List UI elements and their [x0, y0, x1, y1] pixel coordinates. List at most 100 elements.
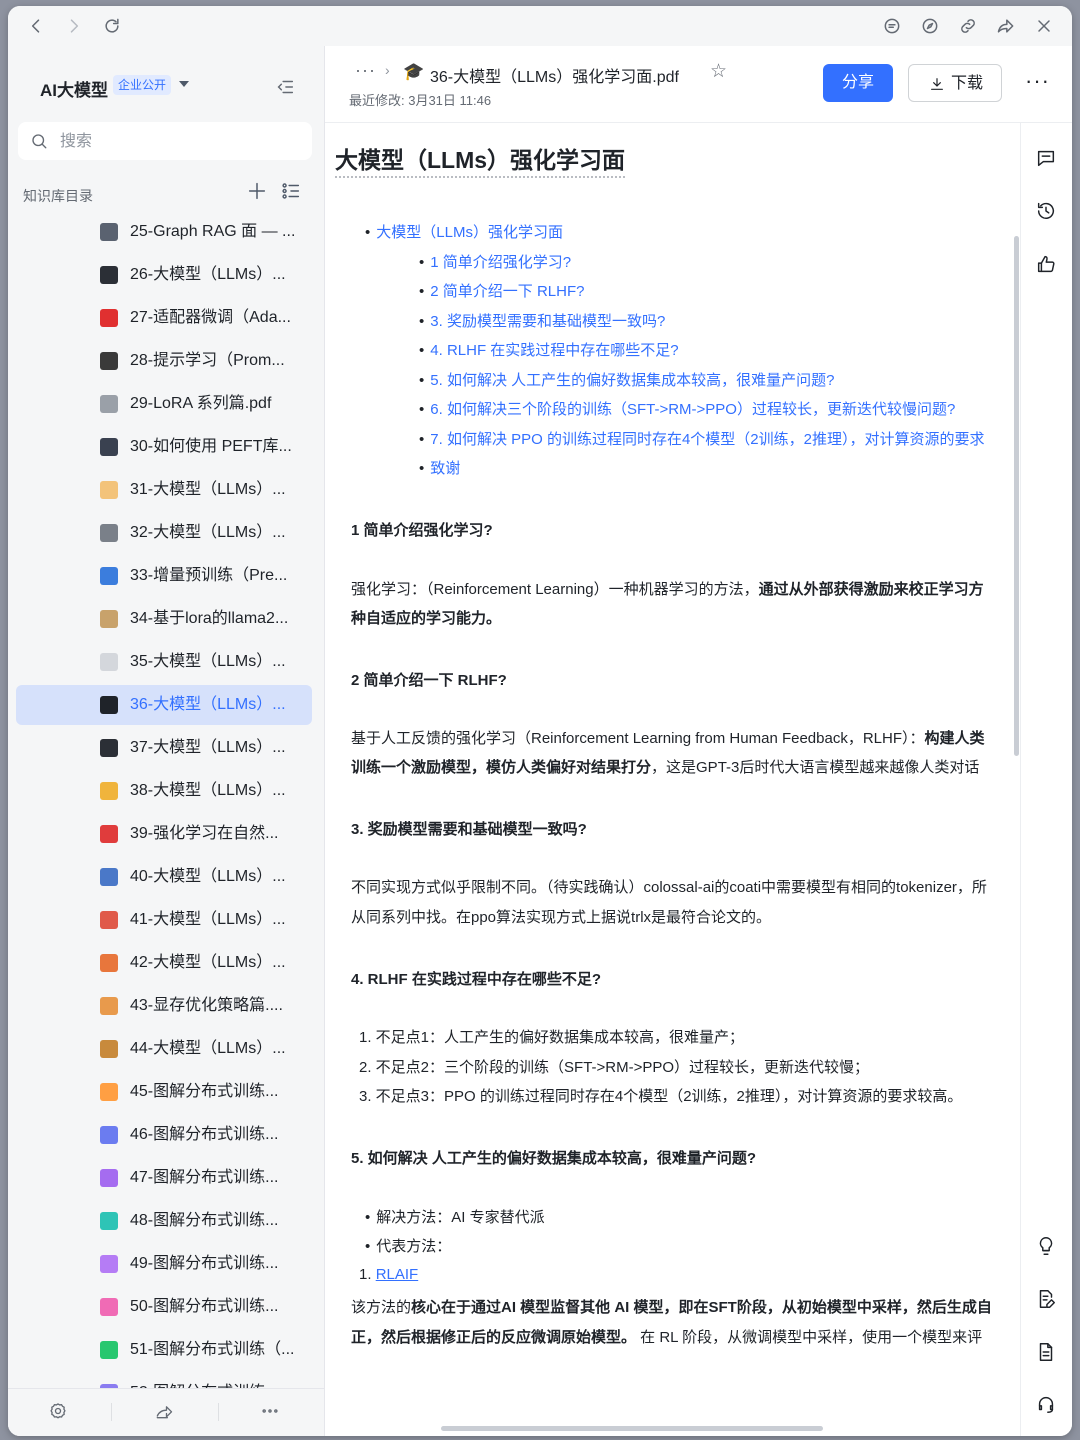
sidebar-item[interactable]: 43-显存优化策略篇....	[16, 986, 312, 1026]
sidebar-item[interactable]: 52-图解分布式训练	[16, 1373, 312, 1388]
sidebar-item[interactable]: 45-图解分布式训练...	[16, 1072, 312, 1112]
sidebar-item[interactable]: 33-增量预训练（Pre...	[16, 556, 312, 596]
doc-pink-icon	[100, 1298, 118, 1316]
toc-item[interactable]: 大模型（LLMs）强化学习面	[365, 221, 563, 242]
toc-item[interactable]: 6. 如何解决三个阶段的训练（SFT->RM->PPO）过程较长，更新迭代较慢问…	[419, 398, 955, 419]
section-heading: 5. 如何解决 人工产生的偏好数据集成本较高，很难量产问题?	[351, 1150, 757, 1167]
laptop-icon	[100, 266, 118, 284]
sidebar-item[interactable]: 46-图解分布式训练...	[16, 1115, 312, 1155]
sidebar-item[interactable]: 30-如何使用 PEFT库...	[16, 427, 312, 467]
knowledge-base-sidebar: AI大模型 企业公开 知识库目录 25-Graph RAG 面 — ... 26-…	[8, 46, 325, 1436]
toc-item[interactable]: 致谢	[419, 457, 460, 478]
thumbs-up-icon[interactable]	[1035, 253, 1059, 277]
sidebar-item[interactable]: 49-图解分布式训练...	[16, 1244, 312, 1284]
text: 强化学习：（Reinforcement Learning）一种机器学习的方法，	[351, 581, 759, 598]
sidebar-item[interactable]: 50-图解分布式训练...	[16, 1287, 312, 1327]
sidebar-item[interactable]: 25-Graph RAG 面 — ...	[16, 212, 312, 252]
top-hat-icon	[100, 739, 118, 757]
more-icon[interactable]	[260, 1401, 282, 1423]
chevron-down-icon[interactable]	[179, 81, 189, 87]
help-headset-icon[interactable]	[1035, 1393, 1059, 1417]
sidebar-item[interactable]: 28-提示学习（Prom...	[16, 341, 312, 381]
sidebar-item[interactable]: 51-图解分布式训练（...	[16, 1330, 312, 1370]
sidebar-item[interactable]: 41-大模型（LLMs）...	[16, 900, 312, 940]
close-icon[interactable]	[1032, 14, 1056, 38]
toc-item[interactable]: 5. 如何解决 人工产生的偏好数据集成本较高，很难量产问题?	[419, 369, 834, 390]
sidebar-item-label: 28-提示学习（Prom...	[130, 352, 285, 369]
sidebar-item[interactable]: 29-LoRA 系列篇.pdf	[16, 384, 312, 424]
ticket-icon	[100, 481, 118, 499]
sidebar-item-label: 40-大模型（LLMs）...	[130, 868, 286, 885]
lightbulb-icon[interactable]	[1035, 1235, 1059, 1259]
sidebar-item[interactable]: 44-大模型（LLMs）...	[16, 1029, 312, 1069]
add-icon[interactable]	[246, 180, 268, 202]
sidebar-item[interactable]: 37-大模型（LLMs）...	[16, 728, 312, 768]
download-button[interactable]: 下载	[908, 64, 1002, 102]
download-label: 下载	[951, 75, 984, 92]
sidebar-item[interactable]: 42-大模型（LLMs）...	[16, 943, 312, 983]
breadcrumb-more[interactable]: ···	[355, 60, 376, 81]
bullet-item: 解决方法：AI 专家替代派	[365, 1206, 544, 1227]
sunset-icon	[100, 954, 118, 972]
sidebar-item[interactable]: 40-大模型（LLMs）...	[16, 857, 312, 897]
rocket-icon	[100, 911, 118, 929]
bold-text: 训练一个激励模型，模仿人类偏好对结果打分	[351, 759, 652, 776]
history-icon[interactable]	[1035, 200, 1059, 224]
sidebar-item[interactable]: 36-大模型（LLMs）...	[16, 685, 312, 725]
share-arrow-icon[interactable]	[994, 14, 1018, 38]
settings-icon[interactable]	[48, 1401, 70, 1423]
vertical-scrollbar[interactable]	[1014, 236, 1019, 756]
sidebar-item[interactable]: 31-大模型（LLMs）...	[16, 470, 312, 510]
text: 在 RL 阶段，从微调模型中采样，使用一个模型来评	[636, 1329, 983, 1346]
search-input[interactable]	[58, 122, 302, 162]
rlaif-link[interactable]: RLAIF	[376, 1266, 419, 1283]
compass-icon[interactable]	[918, 14, 942, 38]
doc-orange-icon	[100, 1083, 118, 1101]
share-button[interactable]: 分享	[823, 64, 893, 102]
comment-icon[interactable]	[880, 14, 904, 38]
chevron-right-icon: ›	[385, 62, 390, 78]
toc-item[interactable]: 7. 如何解决 PPO 的训练过程同时存在4个模型（2训练，2推理），对计算资源…	[419, 428, 984, 449]
sidebar-item[interactable]: 27-适配器微调（Ada...	[16, 298, 312, 338]
comment-icon[interactable]	[1035, 147, 1059, 171]
share-out-icon[interactable]	[154, 1401, 176, 1423]
magic-wand-icon	[100, 352, 118, 370]
refresh-icon[interactable]	[100, 14, 124, 38]
outline-list-icon[interactable]	[280, 180, 302, 202]
sidebar-item[interactable]: 32-大模型（LLMs）...	[16, 513, 312, 553]
sidebar-item[interactable]: 34-基于lora的llama2...	[16, 599, 312, 639]
edit-doc-icon[interactable]	[1035, 1288, 1059, 1312]
sidebar-item[interactable]: 26-大模型（LLMs）...	[16, 255, 312, 295]
toc-item[interactable]: 4. RLHF 在实践过程中存在哪些不足?	[419, 339, 678, 360]
toc-item[interactable]: 2 简单介绍一下 RLHF?	[419, 280, 584, 301]
sidebar-item-label: 43-显存优化策略篇....	[130, 997, 283, 1014]
sidebar-item[interactable]: 48-图解分布式训练...	[16, 1201, 312, 1241]
document-title: 大模型（LLMs）强化学习面	[335, 141, 626, 178]
sidebar-item[interactable]: 39-强化学习在自然...	[16, 814, 312, 854]
toc-item[interactable]: 3. 奖励模型需要和基础模型一致吗?	[419, 310, 665, 331]
sidebar-item-label: 27-适配器微调（Ada...	[130, 309, 291, 326]
sidebar-item[interactable]: 47-图解分布式训练...	[16, 1158, 312, 1198]
paragraph: 不同实现方式似乎限制不同。（待实践确认）colossal-ai的coati中需要…	[351, 879, 987, 896]
kb-title[interactable]: AI大模型	[40, 76, 108, 101]
sidebar-item-label: 26-大模型（LLMs）...	[130, 266, 286, 283]
rocket-icon	[100, 438, 118, 456]
horizontal-scrollbar[interactable]	[441, 1426, 823, 1431]
document-icon[interactable]	[1035, 1341, 1059, 1365]
more-options-button[interactable]: ···	[1025, 68, 1050, 94]
sidebar-item-label: 25-Graph RAG 面 — ...	[130, 223, 296, 240]
collapse-sidebar-icon[interactable]	[274, 76, 296, 98]
star-icon[interactable]: ☆	[710, 60, 727, 83]
list-item: 2. 不足点2：三个阶段的训练（SFT->RM->PPO）过程较长，更新迭代较慢…	[359, 1059, 870, 1076]
forward-icon[interactable]	[62, 14, 86, 38]
sidebar-item-label: 34-基于lora的llama2...	[130, 610, 289, 627]
back-icon[interactable]	[24, 14, 48, 38]
search-box	[18, 122, 312, 162]
sidebar-item-label: 39-强化学习在自然...	[130, 825, 279, 842]
sidebar-item-label: 29-LoRA 系列篇.pdf	[130, 395, 272, 412]
sidebar-item[interactable]: 35-大模型（LLMs）...	[16, 642, 312, 682]
breadcrumb-document-title[interactable]: 36-大模型（LLMs）强化学习面.pdf	[430, 63, 679, 87]
link-icon[interactable]	[956, 14, 980, 38]
toc-item[interactable]: 1 简单介绍强化学习?	[419, 251, 571, 272]
sidebar-item[interactable]: 38-大模型（LLMs）...	[16, 771, 312, 811]
